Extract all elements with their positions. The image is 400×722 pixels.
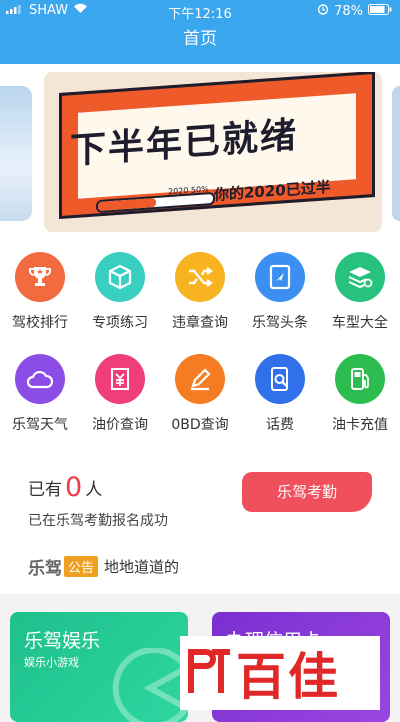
attendance-section: 已有 0 人 已在乐驾考勤报名成功 乐驾考勤 乐驾 公告 地地道道的 — [0, 454, 400, 594]
banner-slide[interactable]: 下半年已就绪 2020 50% 你的2020已过半 — [44, 72, 382, 232]
count-prefix: 已有 — [28, 480, 62, 500]
grid-item-oil-price[interactable]: 油价查询 — [80, 354, 160, 434]
grid-item-label: 专项练习 — [92, 315, 148, 331]
grid-item-phone-bill[interactable]: 话费 — [240, 354, 320, 434]
feature-row-1: 驾校排行 专项练习 违章查询 乐驾头条 车型大全 — [0, 252, 400, 352]
price-icon — [95, 354, 145, 404]
cloud-icon — [15, 354, 65, 404]
pacman-icon — [110, 647, 188, 722]
grid-item-headlines[interactable]: 乐驾头条 — [240, 252, 320, 332]
signup-count: 已有 0 人 — [28, 472, 102, 503]
entertainment-card-title: 乐驾娱乐 — [24, 630, 101, 652]
grid-item-label: 话费 — [266, 417, 294, 433]
grid-item-label: 油价查询 — [92, 417, 148, 433]
grid-item-obd[interactable]: 0BD查询 — [160, 354, 240, 434]
grid-item-fuel-card[interactable]: 油卡充值 — [320, 354, 400, 434]
banner-next-slide[interactable] — [392, 86, 400, 221]
banner-prev-slide[interactable] — [0, 86, 32, 221]
grid-item-label: 油卡充值 — [332, 417, 388, 433]
entertainment-card[interactable]: 乐驾娱乐 娱乐小游戏 — [10, 612, 188, 722]
battery-icon — [368, 3, 392, 19]
grid-item-weather[interactable]: 乐驾天气 — [0, 354, 80, 434]
watermark-icon — [184, 643, 232, 703]
phone-search-icon — [255, 354, 305, 404]
signup-text: 已在乐驾考勤报名成功 — [28, 513, 168, 529]
grid-item-practice[interactable]: 专项练习 — [80, 252, 160, 332]
grid-item-car-models[interactable]: 车型大全 — [320, 252, 400, 332]
news-brand: 乐驾 — [28, 559, 62, 579]
grid-item-label: 乐驾天气 — [12, 417, 68, 433]
news-text: 地地道道的 — [104, 558, 180, 576]
fuel-icon — [335, 354, 385, 404]
attendance-button[interactable]: 乐驾考勤 — [242, 472, 372, 512]
grid-item-label: 驾校排行 — [12, 315, 68, 331]
grid-item-label: 违章查询 — [172, 315, 228, 331]
count-value: 0 — [65, 472, 83, 503]
nav-bar: 首页 — [0, 22, 400, 64]
book-icon — [255, 252, 305, 302]
cube-icon — [95, 252, 145, 302]
banner-progress-fill — [98, 198, 156, 212]
feature-row-2: 乐驾天气 油价查询 0BD查询 话费 油卡充值 — [0, 354, 400, 454]
grid-item-label: 乐驾头条 — [252, 315, 308, 331]
grid-item-label: 车型大全 — [332, 315, 388, 331]
watermark-text: 百佳 — [236, 647, 340, 706]
page-title: 首页 — [183, 29, 217, 49]
alarm-icon — [317, 3, 329, 19]
watermark-logo: 百佳 — [180, 636, 380, 710]
trophy-icon — [15, 252, 65, 302]
entertainment-card-subtitle: 娱乐小游戏 — [24, 656, 79, 669]
status-bar: SHAW 下午12:16 78% — [0, 0, 400, 22]
shuffle-icon — [175, 252, 225, 302]
grid-item-violation[interactable]: 违章查询 — [160, 252, 240, 332]
grid-item-school-rank[interactable]: 驾校排行 — [0, 252, 80, 332]
banner-carousel[interactable]: 下半年已就绪 2020 50% 你的2020已过半 — [0, 64, 400, 244]
grid-item-label: 0BD查询 — [171, 417, 229, 433]
count-suffix: 人 — [85, 480, 103, 500]
news-tag: 公告 — [64, 556, 99, 577]
layers-icon — [335, 252, 385, 302]
news-ticker[interactable]: 乐驾 公告 地地道道的 — [28, 554, 179, 579]
battery-percent: 78% — [334, 3, 363, 19]
pen-icon — [175, 354, 225, 404]
feature-grid: 驾校排行 专项练习 违章查询 乐驾头条 车型大全 乐驾天气 油价查询 0BD查询… — [0, 244, 400, 454]
